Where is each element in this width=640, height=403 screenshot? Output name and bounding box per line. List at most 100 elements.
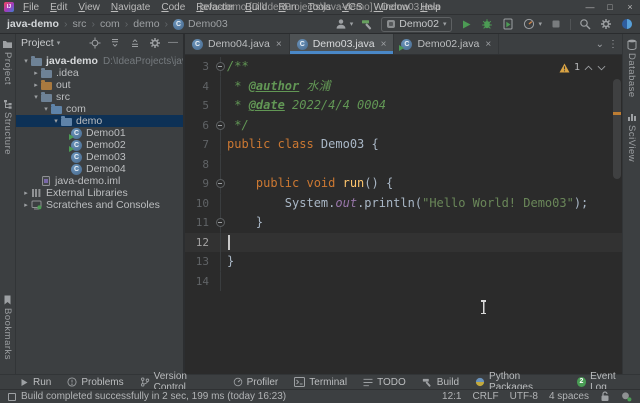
fold-marker-icon[interactable] xyxy=(215,62,225,72)
tree-closed-arrow-icon[interactable]: ▸ xyxy=(31,81,41,89)
settings-gear-icon[interactable] xyxy=(599,17,613,31)
previous-warning-icon xyxy=(584,65,593,71)
scrollbar-thumb[interactable] xyxy=(613,79,621,179)
window-controls: — □ × xyxy=(580,0,640,14)
project-view-select[interactable]: Project ▾ xyxy=(21,37,60,49)
indent-widget[interactable]: 4 spaces xyxy=(549,391,589,402)
debug-button-icon[interactable] xyxy=(480,17,494,31)
fold-marker-icon[interactable] xyxy=(215,218,225,228)
project-settings-gear-icon[interactable] xyxy=(148,36,162,50)
tree-closed-arrow-icon[interactable]: ▸ xyxy=(31,69,41,77)
tool-window-button-database[interactable]: Database xyxy=(626,39,637,98)
tree-item-java-demo.iml[interactable]: java-demo.iml xyxy=(16,175,183,187)
breadcrumb-item-java-demo[interactable]: java-demo xyxy=(7,18,59,30)
tool-window-button-problems[interactable]: Problems xyxy=(67,377,124,388)
code-editor[interactable]: 3/** 4 * @author 水浦 5 * @date 2022/4/4 000… xyxy=(185,55,622,374)
menu-item-navigate[interactable]: Navigate xyxy=(106,1,155,14)
menu-item-view[interactable]: View xyxy=(73,1,105,14)
lock-icon[interactable] xyxy=(600,391,610,402)
tool-window-button-run[interactable]: Run xyxy=(20,377,51,388)
code-with-me-icon[interactable] xyxy=(621,391,632,402)
encoding-widget[interactable]: UTF-8 xyxy=(510,391,538,402)
hidden-tabs-icon[interactable]: ⌄ xyxy=(596,39,604,50)
menu-item-build[interactable]: Build xyxy=(240,1,272,14)
tab-close-icon[interactable]: × xyxy=(381,39,387,50)
search-everywhere-icon[interactable] xyxy=(578,17,592,31)
tool-window-button-terminal[interactable]: Terminal xyxy=(294,377,347,388)
tree-item-src[interactable]: ▾ src xyxy=(16,91,183,103)
fold-marker-icon[interactable] xyxy=(215,120,225,130)
line-number: 8 xyxy=(202,157,209,171)
tree-item-scratches and consoles[interactable]: ▸ Scratches and Consoles xyxy=(16,199,183,211)
inspection-widget[interactable]: 1 xyxy=(559,58,606,78)
tree-item-demo04[interactable]: C Demo04 xyxy=(16,163,183,175)
locate-file-icon[interactable] xyxy=(88,36,102,50)
tree-item-java-demo[interactable]: ▾ java-demo D:\IdeaProjects\java-demo xyxy=(16,55,183,67)
run-with-coverage-icon[interactable] xyxy=(501,17,515,31)
tree-item-out[interactable]: ▸ out xyxy=(16,79,183,91)
line-separator-widget[interactable]: CRLF xyxy=(473,391,499,402)
maximize-button[interactable]: □ xyxy=(600,0,620,14)
user-dropdown-caret-icon[interactable]: ▾ xyxy=(350,20,354,28)
tool-window-button-project[interactable]: Project xyxy=(2,39,13,85)
user-icon[interactable] xyxy=(334,17,348,31)
run-configuration-select[interactable]: Demo02 ▾ xyxy=(381,16,453,32)
expand-all-icon[interactable] xyxy=(108,36,122,50)
tree-item-.idea[interactable]: ▸ .idea xyxy=(16,67,183,79)
breadcrumb-item-com[interactable]: com xyxy=(100,18,120,30)
hide-panel-icon[interactable]: — xyxy=(168,38,178,48)
fold-marker-icon[interactable] xyxy=(215,179,225,189)
tool-window-button-bookmarks[interactable]: Bookmarks xyxy=(2,295,13,360)
profiler-dropdown-caret-icon[interactable]: ▾ xyxy=(538,20,542,28)
tool-window-button-sciview[interactable]: SciView xyxy=(626,112,637,162)
editor-scrollbar[interactable] xyxy=(611,55,622,374)
menu-item-file[interactable]: File xyxy=(18,1,44,14)
tree-item-demo[interactable]: ▾ demo xyxy=(16,115,183,127)
code-token: .println( xyxy=(357,195,423,210)
editor-tab-demo04-java[interactable]: C Demo04.java × xyxy=(185,34,290,54)
tree-item-demo01[interactable]: C Demo01 xyxy=(16,127,183,140)
tree-open-arrow-icon[interactable]: ▾ xyxy=(41,105,51,113)
tool-window-button-structure[interactable]: Structure xyxy=(2,99,13,155)
notification-badge: 2 xyxy=(576,377,587,387)
tool-window-button-todo[interactable]: TODO xyxy=(363,377,406,388)
build-hammer-icon[interactable] xyxy=(360,17,374,31)
profile-avatar-icon[interactable] xyxy=(620,17,634,31)
caret-position-widget[interactable]: 12:1 xyxy=(442,391,461,402)
profiler-icon[interactable] xyxy=(522,17,536,31)
tool-window-button-build[interactable]: Build xyxy=(422,377,459,388)
tree-item-demo03[interactable]: C Demo03 xyxy=(16,151,183,163)
tab-options-icon[interactable]: ⋮ xyxy=(608,39,618,50)
menu-item-code[interactable]: Code xyxy=(156,1,190,14)
breadcrumb-item-demo03[interactable]: Demo03 xyxy=(188,18,228,30)
tree-closed-arrow-icon[interactable]: ▸ xyxy=(21,189,31,197)
menu-item-help[interactable]: Help xyxy=(415,1,446,14)
breadcrumb-item-src[interactable]: src xyxy=(72,18,86,30)
breadcrumb-item-demo[interactable]: demo xyxy=(133,18,159,30)
tab-close-icon[interactable]: × xyxy=(485,39,491,50)
tree-item-demo02[interactable]: C Demo02 xyxy=(16,139,183,152)
menu-item-window[interactable]: Window xyxy=(369,1,415,14)
folder-icon xyxy=(31,55,42,66)
collapse-all-icon[interactable] xyxy=(128,36,142,50)
menu-item-tools[interactable]: Tools xyxy=(303,1,336,14)
close-button[interactable]: × xyxy=(620,0,640,14)
run-button-icon[interactable] xyxy=(459,17,473,31)
editor-tab-demo02-java[interactable]: C Demo02.java × xyxy=(394,34,500,54)
menu-item-vcs[interactable]: VCS xyxy=(337,1,368,14)
menu-item-run[interactable]: Run xyxy=(273,1,301,14)
menu-item-refactor[interactable]: Refactor xyxy=(191,1,239,14)
minimize-button[interactable]: — xyxy=(580,0,600,14)
warning-stripe-mark[interactable] xyxy=(613,112,621,115)
tool-window-button-profiler[interactable]: Profiler xyxy=(233,377,278,388)
menu-item-edit[interactable]: Edit xyxy=(45,1,72,14)
tab-close-icon[interactable]: × xyxy=(276,39,282,50)
editor-tab-demo03-java[interactable]: C Demo03.java × xyxy=(289,34,395,54)
tree-closed-arrow-icon[interactable]: ▸ xyxy=(21,201,31,209)
tree-item-com[interactable]: ▾ com xyxy=(16,103,183,115)
tree-open-arrow-icon[interactable]: ▾ xyxy=(51,117,61,125)
code-token: } xyxy=(227,215,264,229)
tree-item-external libraries[interactable]: ▸ External Libraries xyxy=(16,187,183,199)
tree-open-arrow-icon[interactable]: ▾ xyxy=(21,57,31,65)
tree-open-arrow-icon[interactable]: ▾ xyxy=(31,93,41,101)
